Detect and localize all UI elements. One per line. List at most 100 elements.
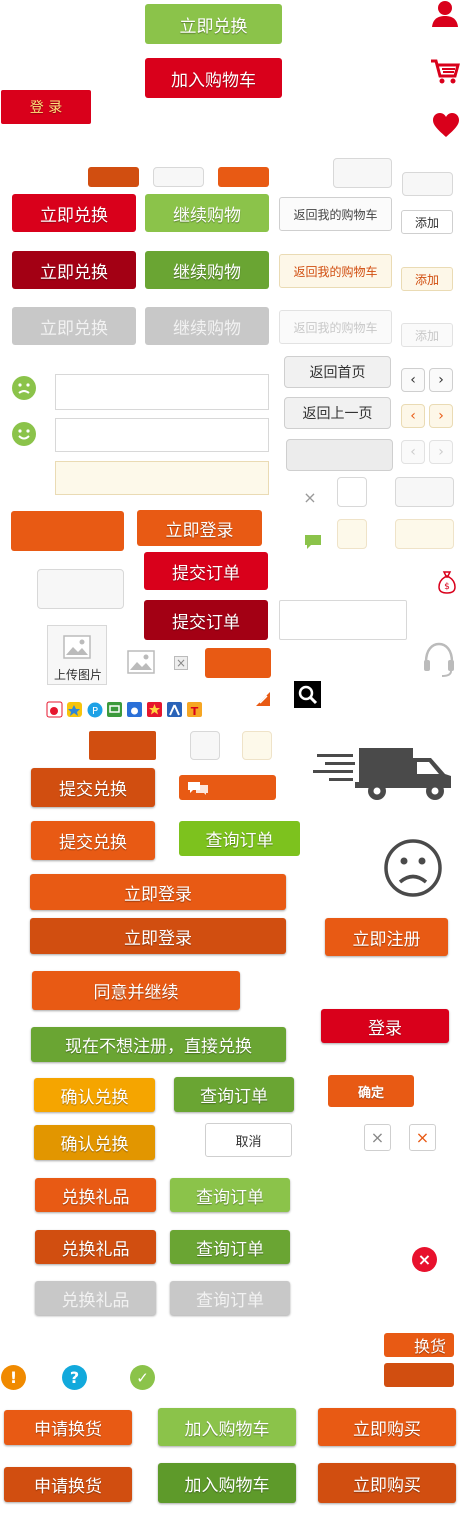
continue-shopping-button-disabled[interactable]: 继续购物 [145,307,269,345]
apply-exchange-button-hover[interactable]: 申请换货 [4,1467,132,1502]
grey-button-blank[interactable] [153,167,204,187]
redeem-now-button-hover[interactable]: 立即兑换 [12,251,136,289]
add-to-cart-button[interactable]: 加入购物车 [158,1408,296,1446]
star-icon [147,702,162,717]
submit-order-button-hover[interactable]: 提交订单 [144,600,268,640]
orange-blank-button[interactable] [11,511,124,551]
skip-register-button[interactable]: 现在不想注册，直接兑换 [31,1027,286,1062]
baidu-icon [127,702,142,717]
back-home-button[interactable]: 返回首页 [284,356,391,388]
agree-continue-button[interactable]: 同意并继续 [32,971,240,1010]
back-to-cart-button-disabled[interactable]: 返回我的购物车 [279,310,392,344]
blank-box-2[interactable] [395,477,454,507]
confirm-redeem-button[interactable]: 确认兑换 [34,1078,155,1112]
sad-face-icon [383,838,443,898]
next-page-button-disabled[interactable]: › [429,440,453,464]
next-page-button[interactable]: › [429,368,453,392]
login-now-button-hover[interactable]: 立即登录 [30,918,286,954]
upload-image-button[interactable]: 上传图片 [47,625,107,685]
register-now-button[interactable]: 立即注册 [325,918,448,956]
text-input-highlight[interactable] [55,461,269,495]
add-button[interactable]: 添加 [401,210,453,234]
headset-icon [422,640,456,678]
user-icon[interactable] [430,0,460,28]
sina-weibo-icon [46,701,63,718]
share-icons: P T [46,701,212,719]
heart-icon[interactable] [432,112,460,138]
orange-button-blank[interactable] [88,167,139,187]
renren-icon [167,702,182,717]
orange-blank-button-small[interactable] [205,648,271,678]
blank-box-cream[interactable] [395,519,454,549]
buy-now-button[interactable]: 立即购买 [318,1408,456,1446]
login-now-button-small[interactable]: 立即登录 [137,510,262,546]
blank-box-small[interactable] [402,172,453,196]
upload-image-label: 上传图片 [53,668,102,682]
exchange-button[interactable]: 换货 [384,1333,454,1357]
blank-checkbox-cream-2[interactable] [242,731,272,760]
prev-page-button-hover[interactable]: ‹ [401,404,425,428]
douban-icon [107,702,122,717]
redeem-gift-button[interactable]: 兑换礼品 [35,1178,156,1212]
redeem-gift-button-disabled[interactable]: 兑换礼品 [35,1281,156,1315]
close-icon[interactable]: × [302,490,318,506]
image-placeholder-icon [63,635,91,659]
prev-page-button[interactable]: ‹ [401,368,425,392]
money-bag-icon: $ [438,570,456,594]
back-prev-button[interactable]: 返回上一页 [284,397,391,429]
blank-box[interactable] [333,158,392,188]
login-button[interactable]: 登录 [321,1009,449,1043]
blank-input[interactable] [279,600,407,640]
blank-checkbox-2[interactable] [190,731,220,760]
blank-input-box[interactable] [37,569,124,609]
add-button-disabled[interactable]: 添加 [401,323,453,347]
query-order-button-top[interactable]: 查询订单 [179,821,300,856]
redeem-now-button-disabled[interactable]: 立即兑换 [12,307,136,345]
blank-grey-button[interactable] [286,439,393,471]
login-small-button[interactable]: 登 录 [1,90,91,124]
add-to-cart-button-hover[interactable]: 加入购物车 [158,1463,296,1503]
confirm-redeem-button-hover[interactable]: 确认兑换 [34,1125,155,1160]
cart-icon[interactable] [430,58,460,86]
query-order-button[interactable]: 查询订单 [174,1077,294,1112]
chat-bubble-icon [188,781,208,795]
chat-orange-button[interactable] [179,775,276,800]
apply-exchange-button[interactable]: 申请换货 [4,1410,132,1445]
back-to-cart-button-hover[interactable]: 返回我的购物车 [279,254,392,288]
submit-order-button[interactable]: 提交订单 [144,552,268,590]
redeem-gift-button-hover[interactable]: 兑换礼品 [35,1230,156,1264]
qzone-icon [67,702,82,717]
text-input-focus[interactable] [55,418,269,452]
next-page-button-hover[interactable]: › [429,404,453,428]
confirm-button[interactable]: 确定 [328,1075,414,1107]
svg-text:T: T [191,705,199,718]
exchange-button-blank[interactable] [384,1363,454,1387]
orange-blank-button-2[interactable] [89,731,156,760]
prev-page-button-disabled[interactable]: ‹ [401,440,425,464]
submit-redeem-button[interactable]: 提交兑换 [31,768,155,807]
buy-now-button-hover[interactable]: 立即购买 [318,1463,456,1503]
query-order-button-2[interactable]: 查询订单 [170,1178,290,1212]
search-icon[interactable] [294,681,321,708]
back-to-cart-button[interactable]: 返回我的购物车 [279,197,392,231]
close-icon[interactable]: × [364,1124,391,1151]
close-icon[interactable]: × [409,1124,436,1151]
add-button-hover[interactable]: 添加 [401,267,453,291]
sad-face-icon [11,375,37,401]
add-to-cart-top-button[interactable]: 加入购物车 [145,58,282,98]
close-icon[interactable]: × [174,656,188,670]
query-order-button-hover[interactable]: 查询订单 [170,1230,290,1264]
help-icon: ? [62,1365,87,1390]
cancel-button[interactable]: 取消 [205,1123,292,1157]
blank-checkbox[interactable] [337,477,367,507]
login-now-button[interactable]: 立即登录 [30,874,286,910]
submit-redeem-button-2[interactable]: 提交兑换 [31,821,155,860]
orange-button-blank-2[interactable] [218,167,269,187]
blank-checkbox-cream[interactable] [337,519,367,549]
text-input[interactable] [55,374,269,410]
query-order-button-disabled[interactable]: 查询订单 [170,1281,290,1315]
redeem-now-top-button[interactable]: 立即兑换 [145,4,282,44]
redeem-now-button[interactable]: 立即兑换 [12,194,136,232]
continue-shopping-button-hover[interactable]: 继续购物 [145,251,269,289]
continue-shopping-button[interactable]: 继续购物 [145,194,269,232]
